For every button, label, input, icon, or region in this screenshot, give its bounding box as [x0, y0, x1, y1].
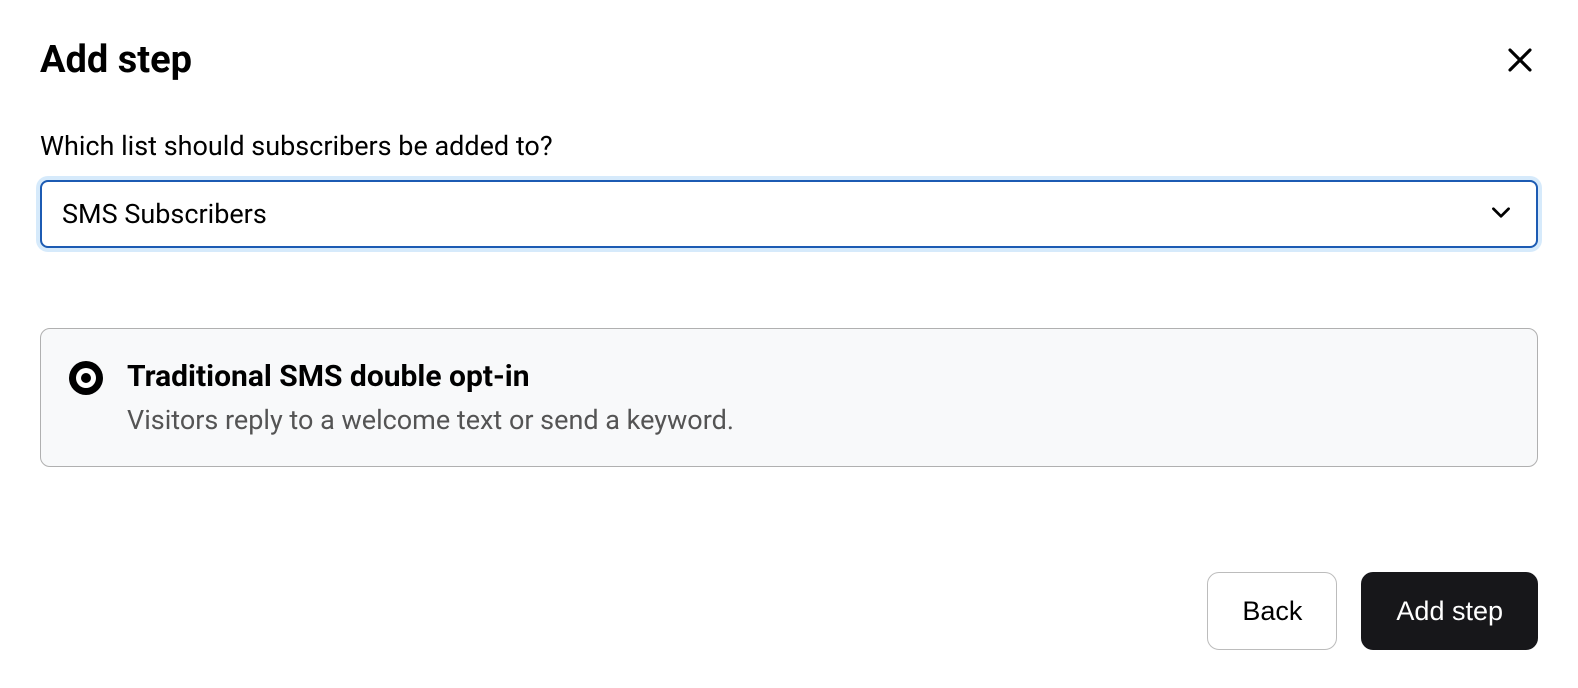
modal-footer: Back Add step — [1207, 572, 1538, 650]
list-select-wrapper: SMS Subscribers — [40, 180, 1538, 248]
add-step-button[interactable]: Add step — [1361, 572, 1538, 650]
list-field-label: Which list should subscribers be added t… — [40, 130, 1538, 162]
optin-option-card[interactable]: Traditional SMS double opt-in Visitors r… — [40, 328, 1538, 467]
option-description: Visitors reply to a welcome text or send… — [127, 404, 1509, 436]
option-title: Traditional SMS double opt-in — [127, 359, 1509, 394]
back-button[interactable]: Back — [1207, 572, 1337, 650]
list-select[interactable]: SMS Subscribers — [40, 180, 1538, 248]
close-button[interactable] — [1502, 42, 1538, 78]
page-title: Add step — [40, 38, 192, 82]
modal-header: Add step — [40, 38, 1538, 82]
close-icon — [1505, 45, 1535, 75]
option-content: Traditional SMS double opt-in Visitors r… — [127, 359, 1509, 436]
list-select-value: SMS Subscribers — [62, 198, 267, 230]
radio-selected-icon — [69, 361, 103, 395]
